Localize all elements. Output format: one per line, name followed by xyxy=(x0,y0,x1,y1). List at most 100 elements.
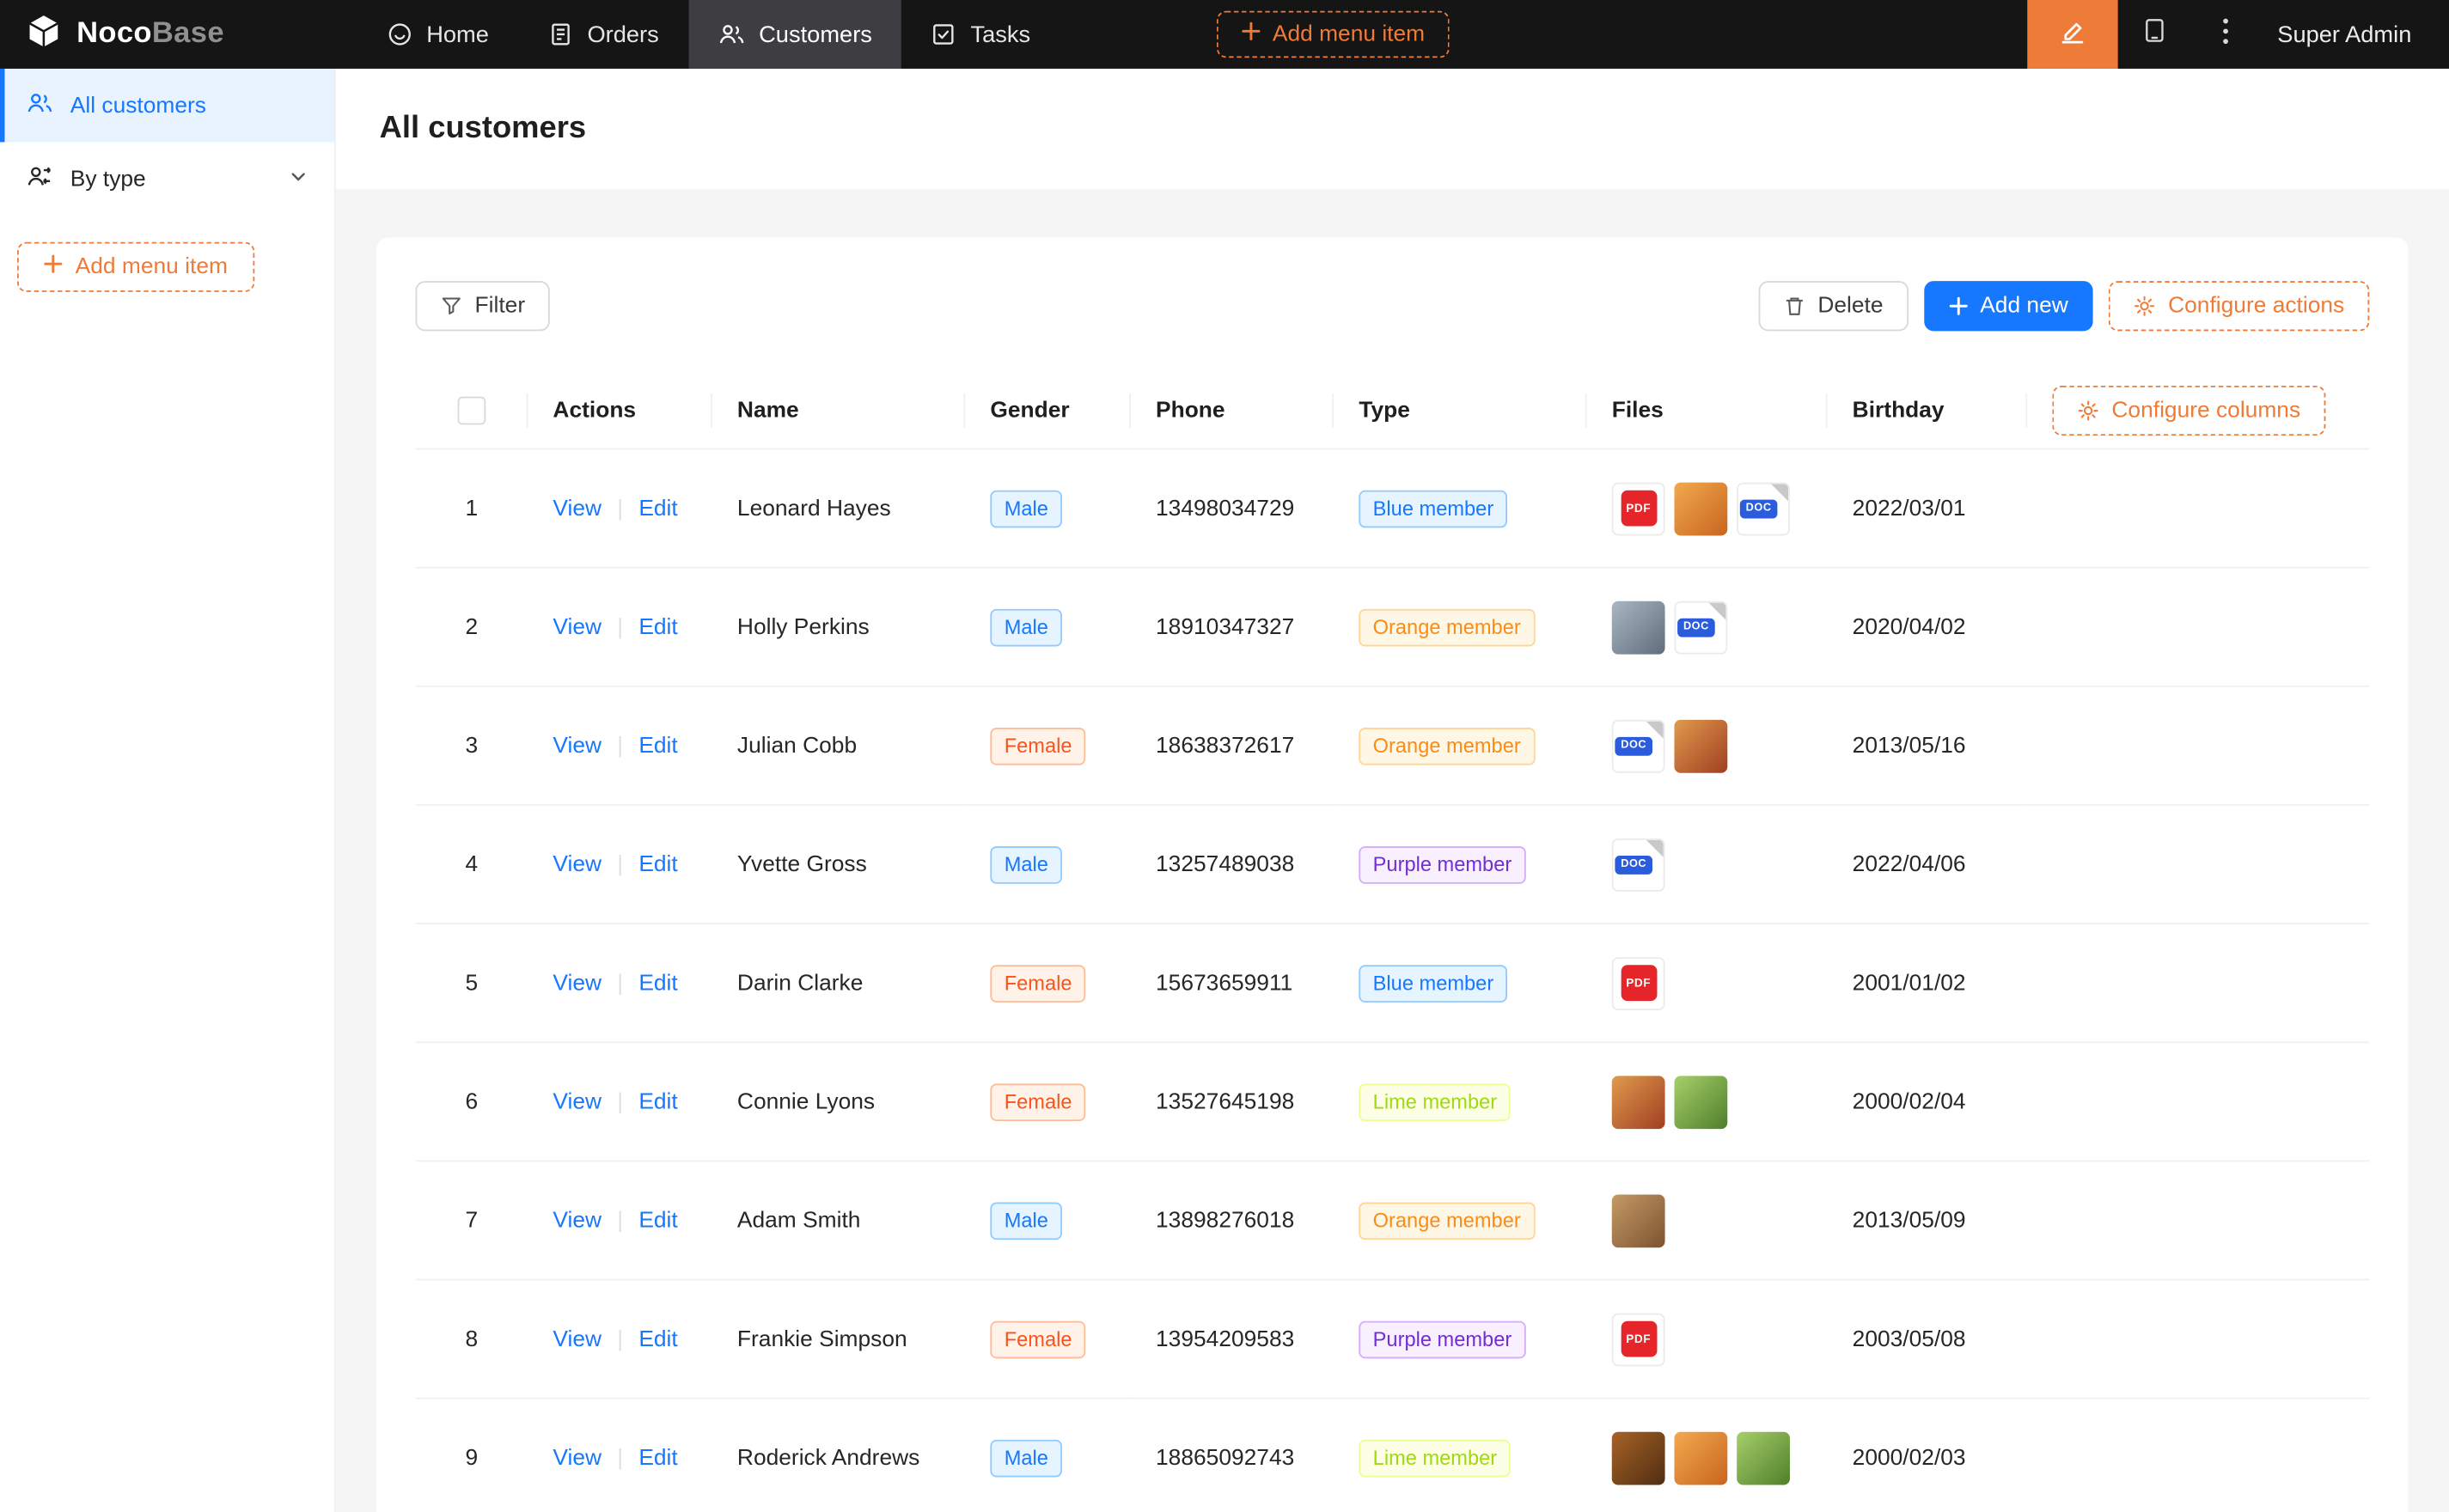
files-cell xyxy=(1612,1194,1803,1247)
customers-icon xyxy=(718,21,745,46)
row-index: 6 xyxy=(466,1089,479,1114)
column-header-name: Name xyxy=(712,373,965,448)
kebab-menu-icon xyxy=(2223,16,2229,52)
add-new-button-label: Add new xyxy=(1980,294,2068,319)
menu-item-customers[interactable]: Customers xyxy=(688,0,901,69)
filter-button[interactable]: Filter xyxy=(415,281,550,331)
current-user[interactable]: Super Admin xyxy=(2262,21,2449,48)
member-type-tag: Lime member xyxy=(1359,1439,1511,1477)
menu-item-home[interactable]: Home xyxy=(357,0,518,69)
view-link[interactable]: View xyxy=(553,852,602,877)
select-all-checkbox[interactable] xyxy=(458,397,486,425)
brand-logo[interactable]: NocoBase xyxy=(0,12,336,58)
table-row: 1 View|Edit Leonard Hayes Male 134980347… xyxy=(415,449,2369,568)
edit-link[interactable]: Edit xyxy=(638,496,677,521)
pdf-file-thumbnail[interactable]: PDF xyxy=(1612,1313,1665,1366)
member-type-tag: Blue member xyxy=(1359,490,1507,527)
image-file-thumbnail[interactable] xyxy=(1674,719,1727,772)
delete-button[interactable]: Delete xyxy=(1758,281,1908,331)
member-type-tag: Purple member xyxy=(1359,1320,1525,1358)
view-link[interactable]: View xyxy=(553,496,602,521)
view-link[interactable]: View xyxy=(553,1208,602,1233)
image-file-thumbnail[interactable] xyxy=(1674,1075,1727,1128)
link-divider: | xyxy=(617,852,623,877)
view-link[interactable]: View xyxy=(553,733,602,758)
configure-columns-button[interactable]: Configure columns xyxy=(2052,386,2325,436)
edit-link[interactable]: Edit xyxy=(638,1089,677,1114)
table-toolbar: Filter Delete Add new Conf xyxy=(415,281,2369,331)
doc-file-thumbnail[interactable]: DOC xyxy=(1674,601,1727,654)
configure-actions-button[interactable]: Configure actions xyxy=(2109,281,2369,331)
birthday-value: 2001/01/02 xyxy=(1853,971,1966,996)
pdf-file-thumbnail[interactable]: PDF xyxy=(1612,482,1665,535)
nocobase-logo-icon xyxy=(25,12,63,58)
menu-item-orders[interactable]: Orders xyxy=(518,0,688,69)
birthday-value: 2000/02/04 xyxy=(1853,1089,1966,1114)
edit-link[interactable]: Edit xyxy=(638,733,677,758)
orders-icon xyxy=(548,21,573,46)
plus-icon xyxy=(1242,21,1261,46)
column-header-files: Files xyxy=(1587,373,1828,448)
edit-link[interactable]: Edit xyxy=(638,1445,677,1470)
files-cell: PDF xyxy=(1612,1313,1803,1366)
table-row: 2 View|Edit Holly Perkins Male 189103473… xyxy=(415,568,2369,686)
sidebar-item-all-customers[interactable]: All customers xyxy=(0,69,334,142)
main-menu: Home Orders Customers Tasks xyxy=(357,0,1060,69)
doc-icon: DOC xyxy=(1615,855,1652,874)
files-cell: DOC xyxy=(1612,719,1803,772)
files-cell: DOC xyxy=(1612,601,1803,654)
doc-file-thumbnail[interactable]: DOC xyxy=(1612,838,1665,891)
more-actions-button[interactable] xyxy=(2189,0,2262,69)
column-header-phone: Phone xyxy=(1131,373,1334,448)
view-link[interactable]: View xyxy=(553,614,602,639)
edit-link[interactable]: Edit xyxy=(638,971,677,996)
sidebar-item-label: All customers xyxy=(70,93,206,118)
customer-name: Adam Smith xyxy=(737,1208,861,1233)
menu-item-label: Tasks xyxy=(970,21,1030,48)
files-cell: DOC xyxy=(1612,838,1803,891)
phone-value: 18865092743 xyxy=(1156,1445,1294,1470)
toolbar-actions: Delete Add new Configure actions xyxy=(1758,281,2369,331)
birthday-value: 2020/04/02 xyxy=(1853,614,1966,639)
navbar-add-menu-item-button[interactable]: Add menu item xyxy=(1216,11,1450,58)
image-file-thumbnail[interactable] xyxy=(1674,1431,1727,1485)
image-file-thumbnail[interactable] xyxy=(1612,1075,1665,1128)
image-file-thumbnail[interactable] xyxy=(1612,601,1665,654)
edit-link[interactable]: Edit xyxy=(638,614,677,639)
image-file-thumbnail[interactable] xyxy=(1737,1431,1790,1485)
image-file-thumbnail[interactable] xyxy=(1674,482,1727,535)
column-header-actions: Actions xyxy=(528,373,711,448)
image-file-thumbnail[interactable] xyxy=(1612,1431,1665,1485)
filter-button-label: Filter xyxy=(475,294,526,319)
edit-link[interactable]: Edit xyxy=(638,1208,677,1233)
add-new-button[interactable]: Add new xyxy=(1924,281,2093,331)
sidebar-add-menu-item-button[interactable]: Add menu item xyxy=(17,242,254,292)
view-link[interactable]: View xyxy=(553,1445,602,1470)
gear-icon xyxy=(2134,296,2155,317)
edit-link[interactable]: Edit xyxy=(638,852,677,877)
sidebar-item-by-type[interactable]: By type xyxy=(0,142,334,215)
pdf-file-thumbnail[interactable]: PDF xyxy=(1612,956,1665,1009)
ui-editor-button[interactable] xyxy=(2027,0,2117,69)
highlighter-icon xyxy=(2059,16,2087,52)
doc-file-thumbnail[interactable]: DOC xyxy=(1612,719,1665,772)
mobile-preview-button[interactable] xyxy=(2118,0,2190,69)
phone-value: 13954209583 xyxy=(1156,1326,1294,1351)
image-file-thumbnail[interactable] xyxy=(1612,1194,1665,1247)
row-index: 8 xyxy=(466,1326,479,1351)
gender-tag: Female xyxy=(990,1083,1086,1121)
birthday-value: 2013/05/16 xyxy=(1853,733,1966,758)
page-content: Filter Delete Add new Conf xyxy=(336,189,2449,1512)
view-link[interactable]: View xyxy=(553,971,602,996)
customer-name: Darin Clarke xyxy=(737,971,863,996)
doc-file-thumbnail[interactable]: DOC xyxy=(1737,482,1790,535)
gender-tag: Male xyxy=(990,490,1062,527)
member-type-tag: Orange member xyxy=(1359,727,1535,765)
link-divider: | xyxy=(617,1089,623,1114)
people-switch-icon xyxy=(27,163,53,194)
view-link[interactable]: View xyxy=(553,1326,602,1351)
edit-link[interactable]: Edit xyxy=(638,1326,677,1351)
table-row: 5 View|Edit Darin Clarke Female 15673659… xyxy=(415,924,2369,1042)
menu-item-tasks[interactable]: Tasks xyxy=(901,0,1060,69)
view-link[interactable]: View xyxy=(553,1089,602,1114)
